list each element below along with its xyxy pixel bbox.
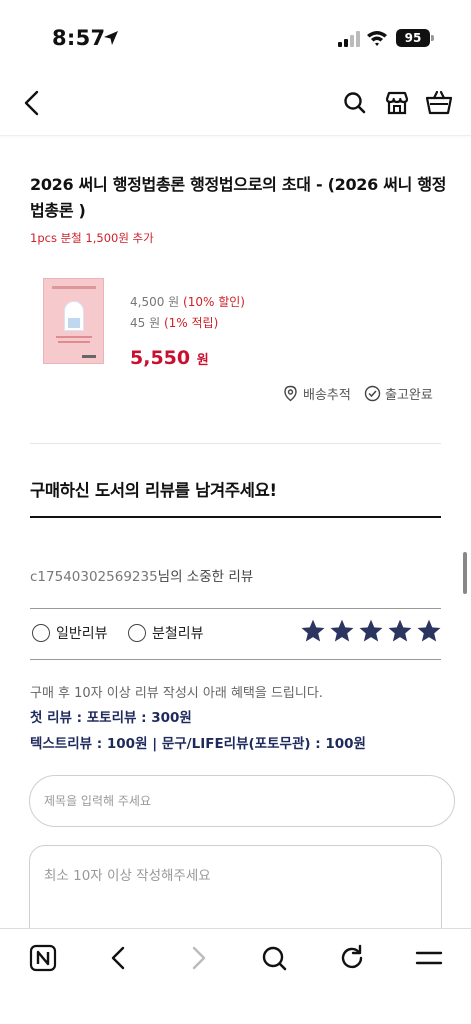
radio-general-label: 일반리뷰: [56, 626, 108, 642]
cellular-signal-icon: [338, 31, 360, 47]
shipped-status: 출고완료: [364, 384, 433, 403]
reload-icon[interactable]: [337, 943, 367, 973]
original-price-value: 4,500 원: [130, 295, 180, 309]
final-price-value: 5,550: [130, 347, 191, 369]
discount-rate: (10% 할인): [183, 295, 245, 309]
scrollbar[interactable]: [463, 552, 467, 594]
radio-general-review[interactable]: 일반리뷰: [32, 623, 108, 643]
star-rating[interactable]: [300, 618, 442, 644]
location-pin-icon: [284, 385, 297, 402]
section-divider: [30, 443, 441, 444]
battery-indicator: 95: [396, 29, 430, 47]
binding-option-note: 1pcs 분철 1,500원 추가: [30, 231, 154, 245]
star-icon[interactable]: [358, 618, 384, 644]
review-title-input[interactable]: [29, 775, 455, 827]
radio-split-review[interactable]: 분철리뷰: [128, 623, 204, 643]
status-bar: 8:57 95: [0, 0, 471, 70]
app-header: [0, 70, 471, 136]
heading-underline: [30, 516, 441, 518]
radio-button[interactable]: [32, 624, 50, 642]
shipped-status-label: 출고완료: [385, 388, 433, 403]
browser-back-icon[interactable]: [104, 943, 134, 973]
star-icon[interactable]: [416, 618, 442, 644]
book-cover-image: [43, 278, 104, 364]
battery-tip: [431, 35, 434, 41]
original-price: 4,500 원 (10% 할인): [130, 293, 245, 310]
star-icon[interactable]: [387, 618, 413, 644]
star-icon[interactable]: [300, 618, 326, 644]
naver-home-icon[interactable]: [28, 943, 58, 973]
product-title: 2026 써니 행정법총론 행정법으로의 초대 - (2026 써니 행정법총론…: [30, 175, 447, 220]
location-arrow-icon: [104, 31, 118, 45]
reviewer-suffix: 님의 소중한 리뷰: [157, 569, 254, 585]
status-time: 8:57: [52, 26, 106, 50]
store-icon[interactable]: [382, 88, 412, 118]
final-price-unit: 원: [196, 353, 209, 368]
chevron-left-icon[interactable]: [18, 88, 48, 118]
reviewer-line: c17540302569235님의 소중한 리뷰: [30, 565, 253, 585]
points-rate: (1% 적립): [163, 316, 219, 330]
points-value: 45 원: [130, 316, 161, 330]
final-price: 5,550 원: [130, 347, 209, 369]
delivery-tracking-button[interactable]: 배송추적: [282, 384, 351, 403]
check-circle-icon: [364, 385, 381, 402]
browser-forward-icon[interactable]: [183, 943, 213, 973]
basket-icon[interactable]: [424, 88, 454, 118]
browser-search-icon[interactable]: [259, 943, 289, 973]
delivery-tracking-label: 배송추적: [303, 388, 351, 403]
reviewer-id: c17540302569235: [30, 569, 158, 585]
star-icon[interactable]: [329, 618, 355, 644]
browser-toolbar: [0, 928, 471, 1024]
reward-points: 45 원 (1% 적립): [130, 314, 218, 331]
benefit-text-review: 텍스트리뷰 : 100원 | 문구/LIFE리뷰(포토무관) : 100원: [30, 736, 366, 752]
divider: [30, 608, 441, 609]
menu-icon[interactable]: [414, 943, 444, 973]
benefit-intro: 구매 후 10자 이상 리뷰 작성시 아래 혜택을 드립니다.: [30, 686, 323, 701]
review-heading: 구매하신 도서의 리뷰를 남겨주세요!: [30, 481, 277, 500]
search-icon[interactable]: [340, 88, 370, 118]
radio-split-label: 분철리뷰: [152, 626, 204, 642]
divider: [30, 659, 441, 660]
benefit-first-review: 첫 리뷰 : 포토리뷰 : 300원: [30, 710, 192, 726]
wifi-icon: [367, 31, 387, 46]
radio-button[interactable]: [128, 624, 146, 642]
